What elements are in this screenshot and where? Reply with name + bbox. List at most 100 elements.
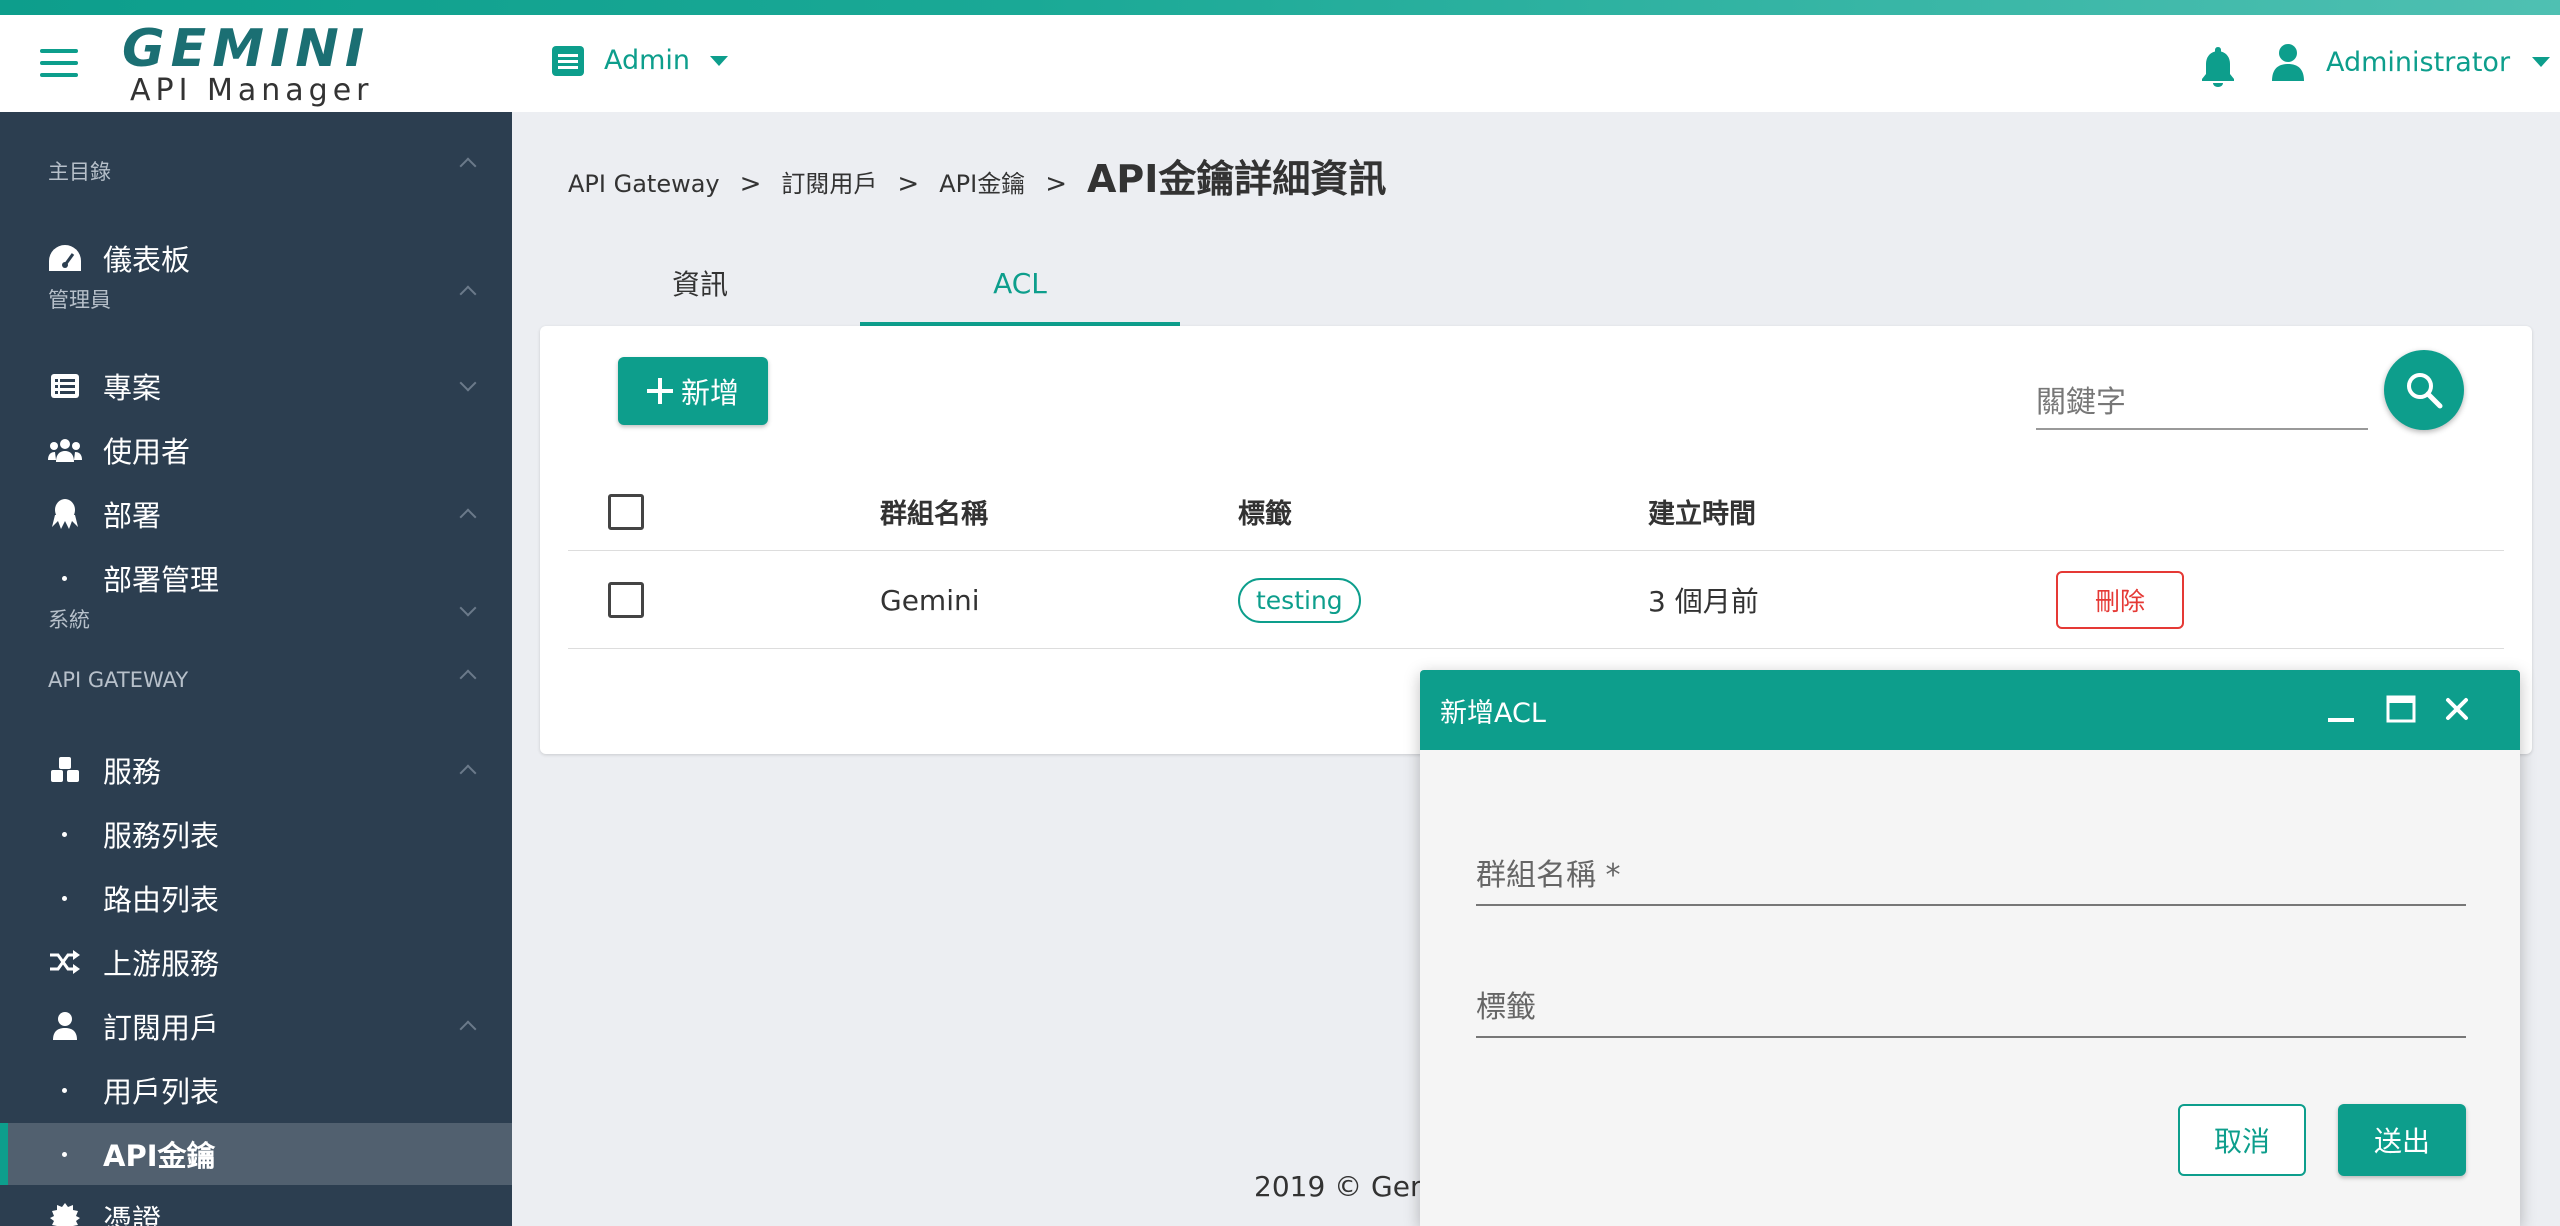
cell-created: 3 個月前 [1648,585,1759,618]
delete-button[interactable]: 刪除 [2056,571,2184,629]
breadcrumb-separator: > [1045,169,1067,199]
sidebar-item-dept-manage[interactable]: 部署管理 [0,547,512,609]
sidebar-item-label: API金鑰 [103,1139,216,1173]
caret-down-icon [710,55,729,66]
cancel-button[interactable]: 取消 [2178,1104,2306,1176]
sidebar-item-label: 部署 [103,499,162,533]
logo-subtitle: API Manager [130,73,374,108]
breadcrumb-separator: > [739,169,762,199]
sidebar-item-services[interactable]: 服務 [0,739,512,801]
add-button[interactable]: 新增 [618,357,768,425]
sidebar-item-upstream[interactable]: 上游服務 [0,931,512,993]
sidebar-item-subscribers[interactable]: 訂閱用戶 [0,995,512,1057]
minimize-icon[interactable] [2324,692,2358,726]
app-logo: GEMINI API Manager [122,19,374,108]
submit-button[interactable]: 送出 [2338,1104,2466,1176]
tab-info[interactable]: 資訊 [540,240,860,326]
close-icon[interactable] [2440,692,2474,726]
sidebar-item-projects[interactable]: 專案 [0,355,512,417]
add-button-label: 新增 [680,376,739,410]
sidebar-item-subscriber-list[interactable]: 用戶列表 [0,1059,512,1121]
breadcrumb: API Gateway > 訂閱用戶 > API金鑰 > API金鑰詳細資訊 [568,148,1386,203]
bell-icon[interactable] [2200,45,2236,87]
tab-bar: 資訊 ACL [540,240,1180,326]
chevron-up-icon [459,1020,477,1038]
sidebar-item-label: 服務列表 [103,819,220,853]
sidebar-item-route-list[interactable]: 路由列表 [0,867,512,929]
sidebar-item-label: 用戶列表 [103,1075,220,1109]
select-all-checkbox[interactable] [608,494,644,530]
top-accent-stripe [0,0,2560,15]
plus-icon [646,378,673,404]
sidebar-item-label: 憑證 [103,1203,162,1226]
tab-acl[interactable]: ACL [860,240,1180,326]
table-row: Gemini testing 3 個月前 刪除 [568,551,2504,649]
search-button[interactable] [2384,350,2464,430]
sidebar-item-label: 上游服務 [103,947,220,981]
bullet-icon [62,1087,67,1093]
role-menu[interactable]: Admin [552,45,729,76]
caret-down-icon [2532,57,2551,67]
chevron-up-icon[interactable] [459,669,477,687]
add-acl-dialog: 新增ACL 取消 送出 [1420,670,2520,1226]
row-checkbox[interactable] [608,582,644,618]
breadcrumb-item-api-keys[interactable]: API金鑰 [939,164,1025,199]
bullet-icon [62,1151,67,1157]
tag-field[interactable] [1476,978,2466,1038]
sidebar-item-label: 部署管理 [103,563,220,597]
sidebar-item-api-keys[interactable]: API金鑰 [0,1123,512,1185]
sidebar-item-label: 訂閱用戶 [103,1011,220,1045]
sidebar-item-label: 服務 [103,755,162,789]
breadcrumb-item-gateway[interactable]: API Gateway [568,170,720,198]
cell-tag: testing [1238,551,1361,649]
sidebar-item-credentials[interactable]: 憑證 [0,1187,512,1226]
sidebar-section-system: 系統 [48,608,90,632]
page-title: API金鑰詳細資訊 [1086,157,1387,201]
sidebar-section-gateway: API GATEWAY [48,668,189,692]
logo-title: GEMINI [122,19,371,79]
user-icon [2272,44,2304,81]
role-menu-label: Admin [604,45,691,76]
chevron-down-icon [459,374,477,392]
bullet-icon [62,895,67,901]
column-header-created[interactable]: 建立時間 [1648,471,1756,551]
maximize-icon[interactable] [2384,692,2418,726]
bullet-icon [62,831,67,837]
users-icon [48,433,82,467]
sidebar-item-users[interactable]: 使用者 [0,419,512,481]
cell-group: Gemini [880,583,980,617]
sidebar: 主目錄 儀表板 管理員 專案 使用者 部署 部署管理 系統 API GATEWA… [0,112,512,1226]
column-header-tag[interactable]: 標籤 [1238,471,1292,551]
sidebar-item-departments[interactable]: 部署 [0,483,512,545]
table-header: 群組名稱 標籤 建立時間 [568,471,2504,551]
list-icon [552,45,584,76]
chevron-up-icon[interactable] [459,157,477,175]
sidebar-item-label: 使用者 [103,435,191,469]
dialog-header[interactable]: 新增ACL [1420,670,2520,750]
octopus-icon [48,497,82,531]
breadcrumb-separator: > [897,169,920,199]
certificate-icon [48,1201,82,1226]
sidebar-item-label: 路由列表 [103,883,220,917]
sidebar-item-label: 專案 [103,371,162,405]
search-input[interactable] [2036,376,2368,430]
column-header-group[interactable]: 群組名稱 [880,471,988,551]
sidebar-item-dashboard[interactable]: 儀表板 [0,227,512,289]
breadcrumb-item-subscribers[interactable]: 訂閱用戶 [781,164,877,199]
user-icon [48,1009,82,1043]
sidebar-item-label: 儀表板 [103,243,191,277]
menu-toggle-icon[interactable] [40,49,78,77]
sidebar-section-admin: 管理員 [48,288,111,312]
dashboard-icon [48,241,82,275]
chevron-up-icon [459,508,477,526]
bullet-icon [62,575,67,581]
sidebar-item-service-list[interactable]: 服務列表 [0,803,512,865]
tag-chip: testing [1238,577,1361,623]
shuffle-icon [48,945,82,979]
cubes-icon [48,753,82,787]
chevron-up-icon [459,764,477,782]
sidebar-section-main: 主目錄 [48,160,111,184]
user-name: Administrator [2326,46,2511,78]
user-menu[interactable]: Administrator [2272,43,2551,81]
group-name-field[interactable] [1476,846,2466,906]
